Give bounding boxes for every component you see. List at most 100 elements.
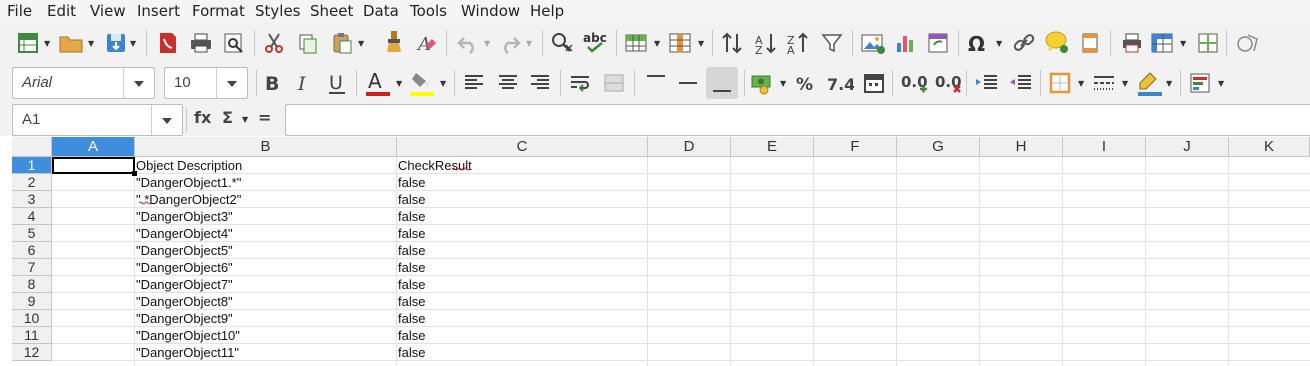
export-pdf-icon[interactable] [156, 31, 180, 55]
special-character-icon[interactable]: Ω [966, 31, 990, 55]
cell-check-result[interactable]: false [398, 310, 646, 327]
sum-icon[interactable]: Σ [222, 108, 233, 127]
clone-formatting-icon[interactable] [382, 29, 406, 55]
border-color-icon[interactable] [1136, 69, 1164, 97]
menu-tools[interactable]: Tools [410, 2, 447, 20]
split-window-icon[interactable] [1196, 31, 1220, 55]
column-header-a[interactable]: A [52, 137, 135, 157]
special-character-dropdown-icon[interactable]: ▼ [996, 39, 1002, 48]
column-header-i[interactable]: I [1063, 137, 1146, 157]
cell-check-result[interactable]: false [398, 191, 646, 208]
row-header[interactable]: 3 [12, 191, 52, 208]
freeze-dropdown-icon[interactable]: ▼ [1180, 39, 1186, 48]
cell-check-result[interactable]: false [398, 242, 646, 259]
center-vertically-icon[interactable] [676, 71, 700, 95]
define-print-area-icon[interactable] [1120, 31, 1144, 55]
column-header-c[interactable]: C [397, 137, 648, 157]
name-box-dropdown-icon[interactable] [151, 105, 182, 135]
new-dropdown-icon[interactable]: ▼ [44, 39, 50, 48]
align-right-icon[interactable] [528, 71, 552, 95]
row-header[interactable]: 4 [12, 208, 52, 225]
row-header[interactable]: 9 [12, 293, 52, 310]
headers-footers-icon[interactable] [1078, 31, 1102, 55]
border-style-icon[interactable] [1092, 71, 1116, 95]
menu-insert[interactable]: Insert [137, 2, 180, 20]
decrease-indent-icon[interactable] [1008, 71, 1034, 95]
cell-check-result[interactable]: false [398, 293, 646, 310]
sort-icon[interactable] [720, 31, 744, 55]
show-draw-functions-icon[interactable] [1236, 31, 1262, 55]
font-size-dropdown-icon[interactable] [216, 68, 247, 98]
cell-check-result[interactable]: false [398, 174, 646, 191]
menu-sheet[interactable]: Sheet [310, 2, 353, 20]
cell-cursor[interactable] [52, 157, 135, 174]
find-replace-icon[interactable] [550, 31, 576, 55]
function-wizard-icon[interactable]: fx [194, 108, 211, 127]
paste-dropdown-icon[interactable]: ▼ [358, 39, 364, 48]
autofilter-icon[interactable] [820, 31, 844, 55]
menu-view[interactable]: View [90, 2, 126, 20]
new-document-icon[interactable] [16, 31, 40, 55]
row-header[interactable]: 6 [12, 242, 52, 259]
cell-object-description[interactable]: "DangerObject5" [136, 242, 394, 259]
row-header[interactable]: 1 [12, 157, 52, 174]
cell-object-description[interactable]: "DangerObject11" [136, 344, 394, 361]
column-header-d[interactable]: D [648, 137, 731, 157]
menu-help[interactable]: Help [530, 2, 564, 20]
font-name-box[interactable]: Arial [12, 67, 155, 99]
border-style-dropdown-icon[interactable]: ▼ [1122, 79, 1128, 88]
menu-window[interactable]: Window [461, 2, 520, 20]
row-icon[interactable] [624, 31, 648, 55]
borders-icon[interactable] [1048, 71, 1072, 95]
column-header-e[interactable]: E [731, 137, 814, 157]
sort-ascending-icon[interactable]: AZ [754, 31, 778, 55]
comment-icon[interactable] [1044, 29, 1070, 55]
spelling-icon[interactable]: abc [582, 28, 610, 56]
align-left-icon[interactable] [462, 71, 486, 95]
percent-format-icon[interactable]: % [794, 71, 818, 95]
open-dropdown-icon[interactable]: ▼ [88, 39, 94, 48]
cell-object-description[interactable]: "DangerObject3" [136, 208, 394, 225]
cell-check-result[interactable]: false [398, 276, 646, 293]
print-preview-icon[interactable] [222, 31, 246, 55]
undo-icon[interactable] [456, 31, 480, 55]
chart-icon[interactable] [894, 31, 918, 55]
align-bottom-icon[interactable] [710, 71, 734, 95]
wrap-text-icon[interactable] [568, 71, 594, 95]
clear-formatting-icon[interactable]: A [414, 31, 438, 55]
sum-dropdown-icon[interactable]: ▼ [242, 115, 248, 124]
cell-check-result[interactable]: false [398, 225, 646, 242]
row-header[interactable]: 5 [12, 225, 52, 242]
cell-check-result[interactable]: false [398, 259, 646, 276]
align-top-icon[interactable] [644, 71, 668, 95]
row-header[interactable]: 10 [12, 310, 52, 327]
menu-styles[interactable]: Styles [255, 2, 301, 20]
open-folder-icon[interactable] [58, 31, 84, 55]
paste-icon[interactable] [330, 31, 354, 55]
redo-dropdown-icon[interactable]: ▼ [526, 39, 532, 48]
cell-object-description[interactable]: "DangerObject4" [136, 225, 394, 242]
freeze-rows-columns-icon[interactable] [1150, 31, 1176, 55]
underline-icon[interactable]: U [326, 71, 350, 95]
header-cell-check-result[interactable]: CheckResult [398, 157, 646, 174]
menu-edit[interactable]: Edit [47, 2, 76, 20]
redo-icon[interactable] [498, 31, 522, 55]
hyperlink-icon[interactable] [1012, 31, 1036, 55]
border-color-dropdown-icon[interactable]: ▼ [1166, 79, 1172, 88]
merge-center-icon[interactable] [602, 71, 626, 95]
delete-decimal-place-icon[interactable]: 0.0 [934, 69, 962, 97]
cut-icon[interactable] [262, 31, 286, 55]
cell-object-description[interactable]: "DangerObject6" [136, 259, 394, 276]
row-header[interactable]: 11 [12, 327, 52, 344]
copy-icon[interactable] [296, 31, 320, 55]
column-header-h[interactable]: H [980, 137, 1063, 157]
column-header-k[interactable]: K [1229, 137, 1310, 157]
increase-indent-icon[interactable] [974, 71, 1000, 95]
conditional-format-icon[interactable] [1188, 71, 1214, 95]
font-color-dropdown-icon[interactable]: ▼ [396, 79, 402, 88]
row-dropdown-icon[interactable]: ▼ [654, 39, 660, 48]
undo-dropdown-icon[interactable]: ▼ [484, 39, 490, 48]
menu-data[interactable]: Data [363, 2, 399, 20]
cell-object-description[interactable]: "DangerObject9" [136, 310, 394, 327]
row-header[interactable]: 7 [12, 259, 52, 276]
